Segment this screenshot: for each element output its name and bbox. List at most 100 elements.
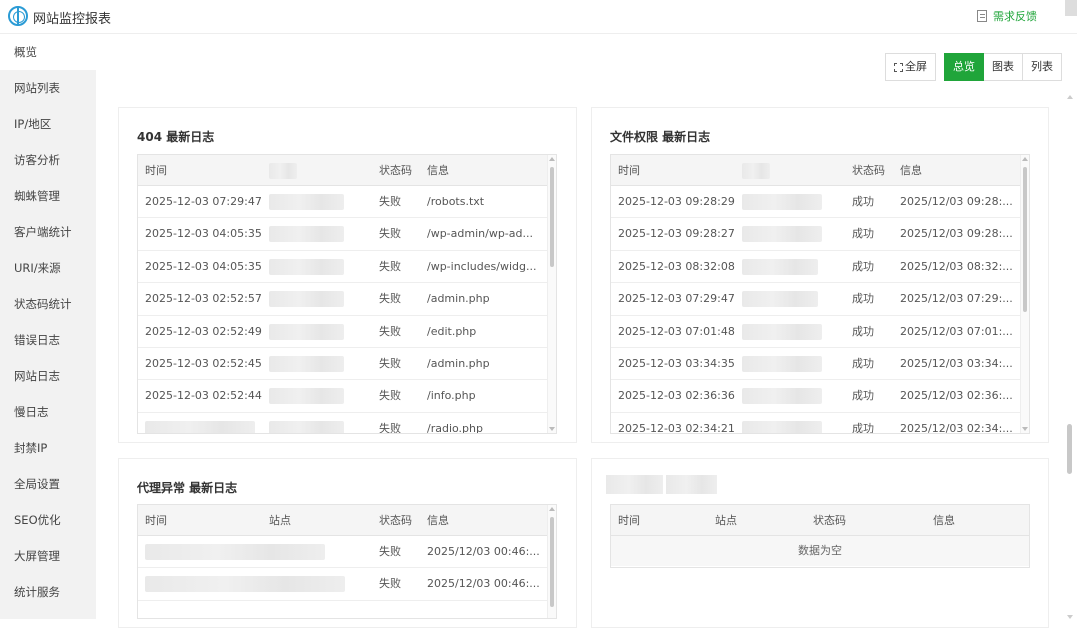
sidebar-item-site-list[interactable]: 网站列表 (0, 70, 96, 106)
cell-info: /wp-admin/wp-ad... (427, 227, 533, 241)
sidebar: 概览 网站列表 IP/地区 访客分析 蜘蛛管理 客户端统计 URI/来源 状态码… (0, 34, 96, 619)
cell-status: 成功 (852, 292, 874, 306)
table-scrollbar[interactable] (1020, 155, 1029, 433)
table-row[interactable]: 2025-12-03 09:28:29 成功 2025/12/03 09:28:… (611, 186, 1029, 219)
cell-status: 失败 (379, 545, 401, 558)
table-row[interactable]: 失败 /radio.php (138, 413, 556, 434)
sidebar-item-site-log[interactable]: 网站日志 (0, 358, 96, 394)
sidebar-item-visitor-analysis[interactable]: 访客分析 (0, 142, 96, 178)
redacted-header (742, 163, 770, 179)
scroll-up-icon[interactable] (1022, 157, 1028, 161)
table-row[interactable]: 2025-12-03 07:29:47 失败 /robots.txt (138, 186, 556, 219)
fullscreen-button[interactable]: 全屏 (885, 53, 936, 81)
feedback-link[interactable]: 需求反馈 (977, 8, 1037, 24)
table-row[interactable]: 2025-12-03 02:52:45 失败 /admin.php (138, 348, 556, 381)
col-time: 时间 (145, 164, 167, 177)
edit-icon (977, 10, 987, 22)
top-bar: 网站监控报表 需求反馈 (0, 0, 1077, 34)
table-row[interactable]: 2025-12-03 02:36:36 成功 2025/12/03 02:36:… (611, 380, 1029, 413)
redacted-value (269, 323, 344, 340)
sidebar-item-status-code-stats[interactable]: 状态码统计 (0, 286, 96, 322)
col-status: 状态码 (379, 514, 412, 527)
cell-site (262, 380, 372, 411)
scroll-thumb[interactable] (1023, 167, 1027, 312)
log-table[interactable]: 时间 站点 状态码 信息 失败 2025/12/03 00:46:... 失败 … (137, 504, 557, 619)
scroll-down-icon[interactable] (549, 427, 555, 431)
col-status: 状态码 (813, 514, 846, 527)
scroll-thumb[interactable] (1067, 424, 1072, 474)
cell-info: 2025/12/03 07:01:... (900, 324, 1013, 338)
redacted-value (145, 576, 345, 593)
cell-info: 2025/12/03 07:29:... (900, 292, 1013, 306)
cell-site (735, 218, 845, 249)
scroll-thumb[interactable] (550, 517, 554, 607)
table-row[interactable]: 2025-12-03 04:05:35 失败 /wp-admin/wp-ad..… (138, 218, 556, 251)
cell-status: 成功 (852, 324, 874, 338)
redacted-value (269, 291, 344, 308)
scroll-up-icon[interactable] (1067, 95, 1073, 99)
table-row[interactable]: 2025-12-03 07:29:47 成功 2025/12/03 07:29:… (611, 283, 1029, 316)
sidebar-item-uri-source[interactable]: URI/来源 (0, 250, 96, 286)
cell-time-site (138, 536, 372, 567)
scroll-up-icon[interactable] (549, 507, 555, 511)
col-site (735, 155, 845, 185)
table-row[interactable]: 2025-12-03 02:52:44 失败 /info.php (138, 380, 556, 413)
sidebar-item-slow-log[interactable]: 慢日志 (0, 394, 96, 430)
sidebar-item-client-stats[interactable]: 客户端统计 (0, 214, 96, 250)
sidebar-item-overview[interactable]: 概览 (0, 34, 96, 70)
cell-status: 失败 (379, 195, 401, 208)
table-row[interactable]: 2025-12-03 02:34:21 成功 2025/12/03 02:34:… (611, 413, 1029, 433)
cell-site (735, 413, 845, 433)
cell-status: 成功 (852, 259, 874, 273)
sidebar-item-global-settings[interactable]: 全局设置 (0, 466, 96, 502)
cell-site (262, 218, 372, 249)
cell-site (735, 348, 845, 379)
sidebar-item-spider-management[interactable]: 蜘蛛管理 (0, 178, 96, 214)
table-row[interactable]: 2025-12-03 08:32:08 成功 2025/12/03 08:32:… (611, 251, 1029, 284)
scroll-thumb[interactable] (550, 167, 554, 267)
col-time: 时间 (145, 514, 167, 527)
list-view-button[interactable]: 列表 (1023, 53, 1062, 81)
log-table[interactable]: 时间 状态码 信息 2025-12-03 09:28:29 成功 2025/12… (610, 154, 1030, 434)
table-row[interactable]: 2025-12-03 07:01:48 成功 2025/12/03 07:01:… (611, 316, 1029, 348)
chart-view-button[interactable]: 图表 (984, 53, 1023, 81)
overview-view-button[interactable]: 总览 (944, 53, 984, 81)
sidebar-item-ip-region[interactable]: IP/地区 (0, 106, 96, 142)
redacted-value (269, 194, 344, 210)
table-header: 时间 站点 状态码 信息 (611, 505, 1029, 536)
redacted-value (742, 323, 822, 340)
table-scrollbar[interactable] (547, 155, 556, 433)
cell-info: /wp-includes/widg... (427, 259, 537, 273)
cell-time: 2025-12-03 07:29:47 (618, 292, 735, 306)
sidebar-item-seo[interactable]: SEO优化 (0, 502, 96, 538)
cell-info: 2025/12/03 09:28:... (900, 195, 1013, 208)
scroll-down-icon[interactable] (1067, 615, 1073, 619)
panel-file-permission-log: 文件权限 最新日志 时间 状态码 信息 2025-12-03 09:28:29 … (591, 107, 1049, 443)
main-scrollbar[interactable] (1063, 89, 1077, 619)
scroll-up-icon[interactable] (549, 157, 555, 161)
scroll-down-icon[interactable] (1022, 427, 1028, 431)
redacted-value (742, 420, 822, 433)
table-row[interactable]: 2025-12-03 09:28:27 成功 2025/12/03 09:28:… (611, 218, 1029, 251)
cell-info: 2025/12/03 08:32:... (900, 259, 1013, 273)
cell-info: /radio.php (427, 421, 483, 434)
table-row[interactable]: 2025-12-03 02:52:57 失败 /admin.php (138, 283, 556, 316)
panel-proxy-exception-log: 代理异常 最新日志 时间 站点 状态码 信息 失败 2025/12/03 00:… (118, 458, 577, 628)
table-row[interactable]: 2025-12-03 02:52:49 失败 /edit.php (138, 316, 556, 348)
sidebar-item-banned-ip[interactable]: 封禁IP (0, 430, 96, 466)
sidebar-item-error-log[interactable]: 错误日志 (0, 322, 96, 358)
cell-time: 2025-12-03 07:01:48 (618, 324, 735, 338)
table-row[interactable]: 失败 2025/12/03 00:46:... (138, 568, 556, 601)
table-header: 时间 状态码 信息 (611, 155, 1029, 186)
table-row[interactable]: 2025-12-03 03:34:35 成功 2025/12/03 03:34:… (611, 348, 1029, 381)
cell-site (262, 251, 372, 282)
redacted-value (742, 291, 818, 308)
cell-status: 成功 (852, 356, 874, 370)
table-row[interactable]: 失败 2025/12/03 00:46:... (138, 536, 556, 569)
log-table[interactable]: 时间 状态码 信息 2025-12-03 07:29:47 失败 /robots… (137, 154, 557, 434)
table-header: 时间 站点 状态码 信息 (138, 505, 556, 536)
sidebar-item-stats-service[interactable]: 统计服务 (0, 574, 96, 610)
table-scrollbar[interactable] (547, 505, 556, 618)
sidebar-item-big-screen[interactable]: 大屏管理 (0, 538, 96, 574)
table-row[interactable]: 2025-12-03 04:05:35 失败 /wp-includes/widg… (138, 251, 556, 284)
